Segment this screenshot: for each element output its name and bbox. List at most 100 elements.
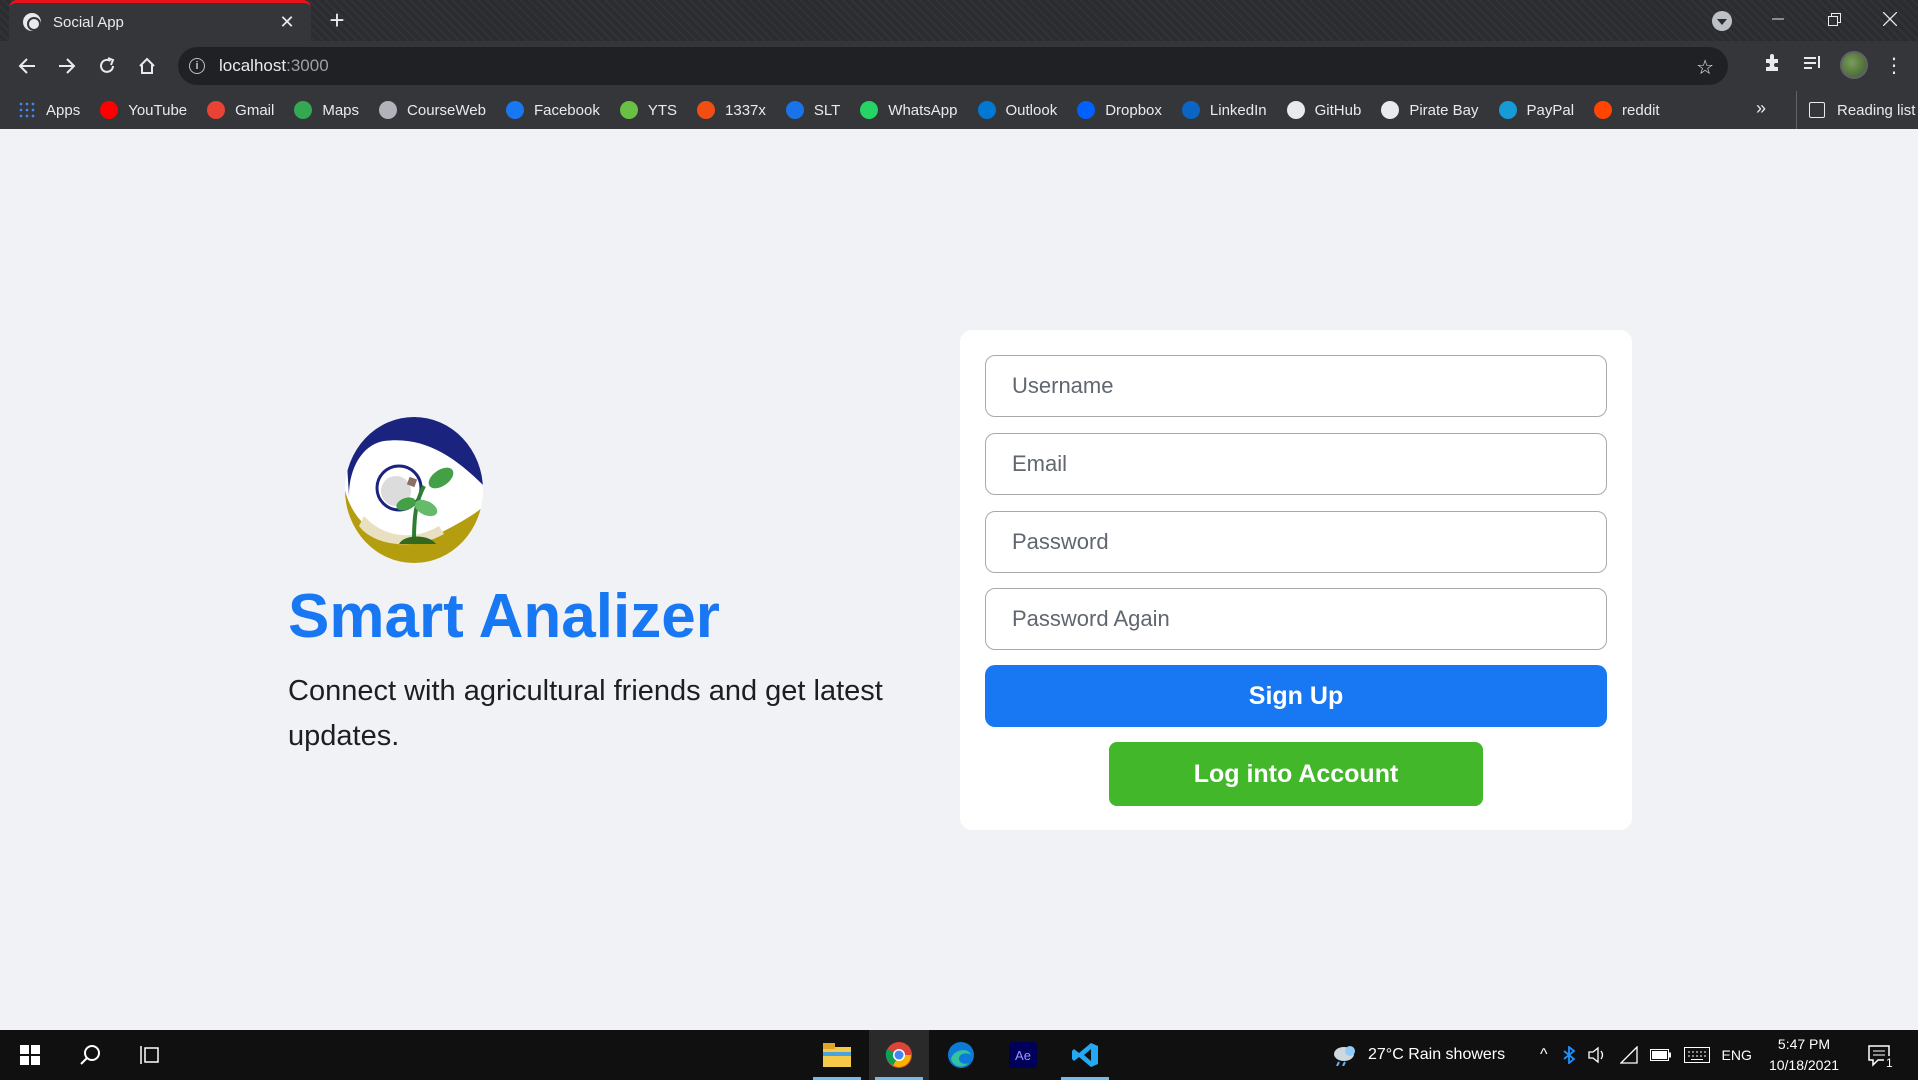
home-button[interactable] [132, 51, 162, 81]
bookmark-github[interactable]: GitHub [1286, 101, 1362, 119]
profile-avatar[interactable] [1840, 51, 1868, 79]
restore-icon [1827, 12, 1841, 26]
bookmark-label: YTS [647, 101, 678, 119]
tab-strip: Social App ✕ + [0, 0, 1918, 41]
bluetooth-icon[interactable] [1562, 1046, 1576, 1064]
browser-tab[interactable]: Social App ✕ [9, 0, 311, 41]
gmail-icon [207, 101, 226, 119]
linkedin-icon [1181, 101, 1200, 119]
bookmark-reddit[interactable]: reddit [1594, 101, 1660, 119]
address-bar[interactable]: i localhost:3000 ☆ [178, 47, 1728, 85]
youtube-icon [100, 101, 119, 119]
bookmark-star-icon[interactable]: ☆ [1696, 55, 1714, 80]
tab-search-icon[interactable] [1712, 11, 1732, 31]
bookmark-label: Outlook [1005, 101, 1058, 119]
bookmark-label: WhatsApp [888, 101, 958, 119]
bookmark-apps[interactable]: Apps [18, 101, 80, 119]
file-explorer-app[interactable] [807, 1030, 867, 1080]
clock[interactable]: 5:47 PM 10/18/2021 [1764, 1034, 1844, 1076]
clock-date: 10/18/2021 [1768, 1057, 1840, 1073]
bookmark-label: YouTube [128, 101, 188, 119]
sign-up-button[interactable]: Sign Up [985, 665, 1607, 727]
after-effects-app[interactable]: Ae [993, 1030, 1053, 1080]
back-arrow-icon [18, 58, 35, 74]
new-tab-button[interactable]: + [322, 6, 352, 34]
bookmark-dropbox[interactable]: Dropbox [1077, 101, 1162, 119]
bookmark-paypal[interactable]: PayPal [1498, 101, 1574, 119]
reddit-icon [1594, 101, 1613, 119]
bookmark-linkedin[interactable]: LinkedIn [1181, 101, 1267, 119]
forward-button[interactable] [52, 51, 82, 81]
bookmark-label: SLT [813, 101, 841, 119]
signup-form-card: Sign Up Log into Account [960, 330, 1632, 830]
close-window-icon [1883, 12, 1897, 26]
system-tray: ^ ENG [1540, 1030, 1752, 1080]
globe-icon [23, 13, 41, 31]
password-again-input[interactable] [985, 588, 1607, 650]
slt-icon [785, 101, 804, 119]
bookmarks-overflow-icon[interactable]: » [1756, 98, 1766, 119]
email-input[interactable] [985, 433, 1607, 495]
bookmark-whatsapp[interactable]: WhatsApp [860, 101, 958, 119]
bookmark-label: Facebook [533, 101, 600, 119]
bookmark-label: Maps [322, 101, 360, 119]
close-tab-icon[interactable]: ✕ [277, 12, 297, 33]
outlook-icon [977, 101, 996, 119]
site-info-icon[interactable]: i [189, 58, 205, 74]
minimize-button[interactable] [1750, 0, 1806, 38]
vscode-app[interactable] [1055, 1030, 1115, 1080]
courseweb-icon [379, 101, 398, 119]
bookmark-courseweb[interactable]: CourseWeb [379, 101, 486, 119]
reload-button[interactable] [92, 51, 122, 81]
1337x-icon [697, 101, 716, 119]
menu-kebab-icon[interactable]: ⋮ [1880, 53, 1908, 78]
bookmark-facebook[interactable]: Facebook [505, 101, 600, 119]
chevron-up-icon[interactable]: ^ [1540, 1046, 1548, 1064]
media-control-icon[interactable] [1798, 53, 1826, 79]
windows-taskbar: Ae 27°C Rain showers ^ ENG 5:47 PM 10/18… [0, 1030, 1918, 1080]
whatsapp-icon [860, 101, 879, 119]
bookmark-label: GitHub [1314, 101, 1362, 119]
restore-button[interactable] [1806, 0, 1862, 38]
battery-icon[interactable] [1649, 1048, 1672, 1062]
chrome-app[interactable] [869, 1030, 929, 1080]
notifications-button[interactable]: 1 [1866, 1040, 1896, 1070]
volume-icon[interactable] [1587, 1046, 1608, 1064]
edge-app[interactable] [931, 1030, 991, 1080]
back-button[interactable] [12, 51, 42, 81]
notification-count: 1 [1884, 1056, 1895, 1070]
bookmark-youtube[interactable]: YouTube [100, 101, 187, 119]
maps-icon [294, 101, 313, 119]
weather-widget[interactable]: 27°C Rain showers [1330, 1030, 1505, 1080]
bookmark-gmail[interactable]: Gmail [207, 101, 274, 119]
bookmark-pirate-bay[interactable]: Pirate Bay [1381, 101, 1479, 119]
bookmark-slt[interactable]: SLT [785, 101, 841, 119]
extensions-puzzle-icon[interactable] [1758, 53, 1786, 79]
apps-grid-icon [18, 101, 36, 119]
home-icon [139, 57, 155, 74]
bookmarks-bar: Apps YouTube Gmail Maps CourseWeb Facebook YTS… [0, 91, 1918, 129]
edge-icon [948, 1042, 974, 1068]
weather-text: 27°C Rain showers [1368, 1046, 1506, 1063]
language-indicator[interactable]: ENG [1722, 1047, 1752, 1063]
password-input[interactable] [985, 511, 1607, 573]
username-input[interactable] [985, 355, 1607, 417]
close-window-button[interactable] [1862, 0, 1918, 38]
pirate-bay-icon [1381, 101, 1400, 119]
reload-icon [100, 57, 115, 73]
task-view-icon[interactable] [120, 1030, 180, 1080]
bookmark-outlook[interactable]: Outlook [977, 101, 1058, 119]
bookmark-maps[interactable]: Maps [294, 101, 359, 119]
reading-list-button[interactable]: Reading list [1796, 91, 1915, 129]
paypal-icon [1498, 101, 1517, 119]
log-into-account-button[interactable]: Log into Account [1109, 742, 1483, 806]
bookmark-label: Gmail [235, 101, 275, 119]
facebook-icon [505, 101, 524, 119]
smart-analizer-logo [345, 417, 483, 563]
start-windows-icon[interactable] [0, 1030, 60, 1080]
keyboard-icon[interactable] [1683, 1047, 1710, 1063]
network-icon[interactable] [1619, 1046, 1638, 1064]
bookmark-yts[interactable]: YTS [619, 101, 678, 119]
bookmark-1337x[interactable]: 1337x [697, 101, 766, 119]
search-icon[interactable] [60, 1030, 120, 1080]
